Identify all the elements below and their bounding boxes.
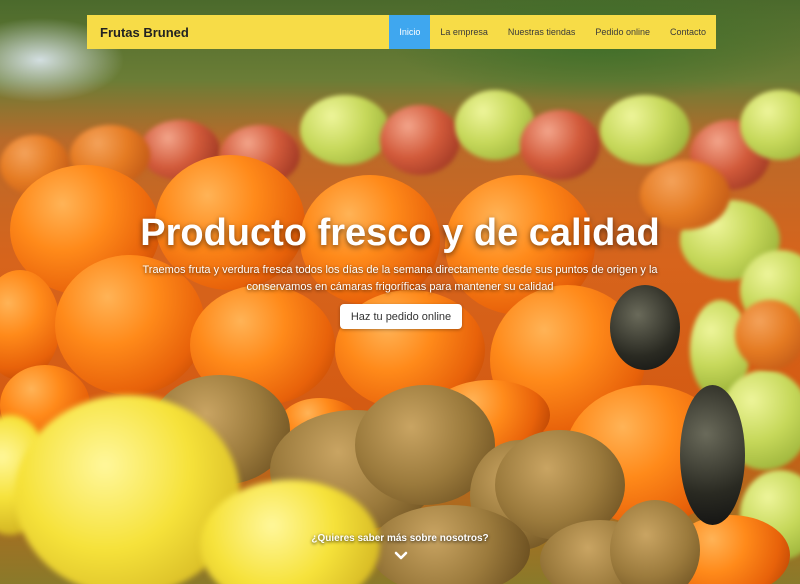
hero-headline: Producto fresco y de calidad [140,212,660,254]
nav-item-pedido-online[interactable]: Pedido online [585,15,660,49]
nav-item-contacto[interactable]: Contacto [660,15,716,49]
brand-logo[interactable]: Frutas Bruned [87,25,389,40]
nav-menu: Inicio La empresa Nuestras tiendas Pedid… [389,15,716,49]
order-online-button[interactable]: Haz tu pedido online [340,304,462,329]
nav-item-inicio[interactable]: Inicio [389,15,431,49]
nav-item-la-empresa[interactable]: La empresa [430,15,498,49]
nav-item-nuestras-tiendas[interactable]: Nuestras tiendas [498,15,586,49]
about-us-link[interactable]: ¿Quieres saber más sobre nosotros? [0,533,800,544]
hero-lead-text: Traemos fruta y verdura fresca todos los… [142,264,658,293]
chevron-down-icon[interactable] [394,549,408,563]
top-navbar: Frutas Bruned Inicio La empresa Nuestras… [87,15,716,49]
